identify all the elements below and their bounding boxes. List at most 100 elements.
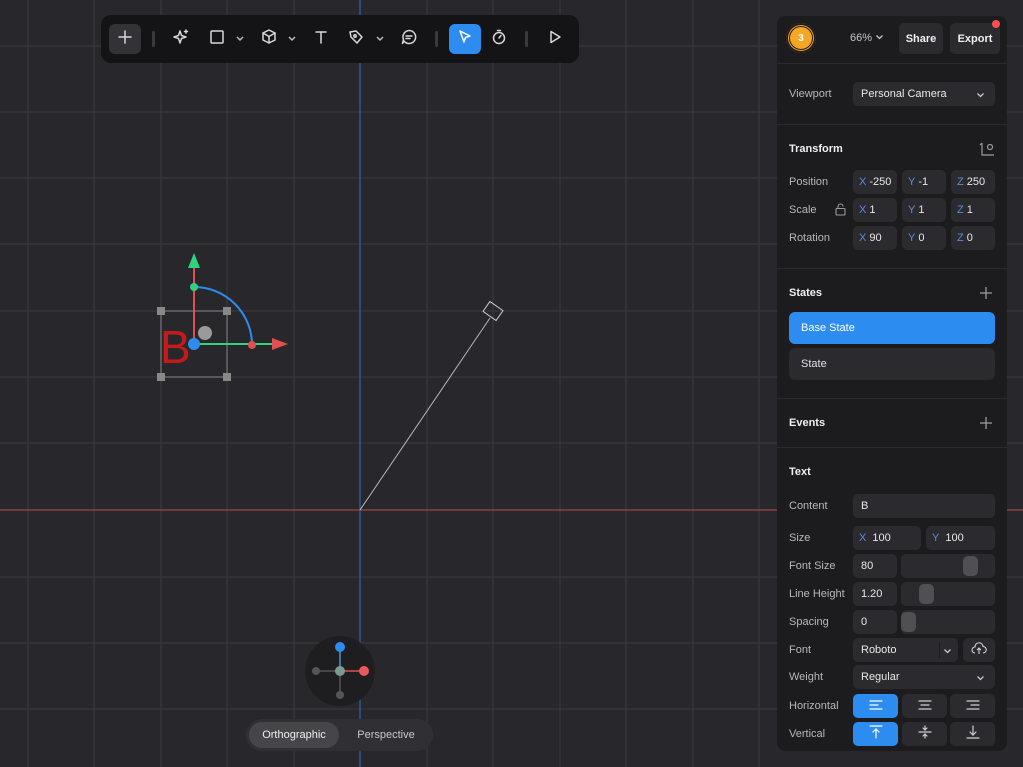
pen-tool-button[interactable] <box>340 24 372 54</box>
axis-z-label: Z <box>957 232 964 244</box>
avatar-label: 3 <box>798 32 804 44</box>
rotation-x-input[interactable]: X 90 <box>853 226 897 250</box>
position-y-value: -1 <box>918 176 929 188</box>
zoom-value: 66% <box>850 32 873 44</box>
text-tool-button[interactable] <box>305 24 337 54</box>
toolbar-separator <box>435 31 438 47</box>
chevron-down-icon <box>976 90 985 102</box>
line-height-slider[interactable] <box>901 582 995 606</box>
axis-z-label: Z <box>957 204 964 216</box>
spacing-slider[interactable] <box>901 610 995 634</box>
viewport-select[interactable]: Personal Camera <box>853 82 995 106</box>
valign-middle-button[interactable] <box>902 722 947 746</box>
rotation-z-input[interactable]: Z0 <box>951 226 995 250</box>
scale-y-input[interactable]: Y1 <box>902 198 946 222</box>
align-top-icon <box>868 724 883 744</box>
spacing-label: Spacing <box>789 616 829 628</box>
play-icon <box>547 29 563 50</box>
content-value: B <box>861 500 869 512</box>
orthographic-option[interactable]: Orthographic <box>249 722 339 748</box>
scale-z-input[interactable]: Z1 <box>951 198 995 222</box>
upload-font-button[interactable] <box>963 638 995 662</box>
spacing-input[interactable]: 0 <box>853 610 897 634</box>
position-z-input[interactable]: Z 250 <box>951 170 995 194</box>
plus-icon <box>117 29 133 50</box>
play-button[interactable] <box>539 24 571 54</box>
align-right-button[interactable] <box>950 694 995 718</box>
slider-knob[interactable] <box>901 612 916 632</box>
valign-top-button[interactable] <box>853 722 898 746</box>
timer-icon <box>491 29 507 50</box>
object-tool-dropdown[interactable] <box>286 32 298 46</box>
zoom-dropdown[interactable]: 66% <box>850 32 884 44</box>
orientation-widget <box>305 636 375 706</box>
divider <box>777 398 1007 399</box>
valign-bottom-button[interactable] <box>950 722 995 746</box>
text-section-title: Text <box>789 466 811 478</box>
axis-x-label: X <box>859 232 867 244</box>
line-height-input[interactable]: 1.20 <box>853 582 897 606</box>
transform-title: Transform <box>789 143 843 155</box>
pen-tool-dropdown[interactable] <box>374 32 386 46</box>
font-select[interactable]: Roboto <box>853 638 958 662</box>
align-middle-icon <box>917 724 932 744</box>
rotation-y-input[interactable]: Y0 <box>902 226 946 250</box>
size-y-input[interactable]: Y 100 <box>926 526 995 550</box>
scale-label: Scale <box>789 204 817 216</box>
field-divider <box>939 642 940 658</box>
font-size-input[interactable]: 80 <box>853 554 897 578</box>
rectangle-tool-dropdown[interactable] <box>234 32 246 46</box>
align-center-button[interactable] <box>902 694 947 718</box>
rotation-label: Rotation <box>789 232 830 244</box>
pen-icon <box>347 28 365 51</box>
add-button[interactable] <box>109 24 141 54</box>
divider <box>777 63 1007 64</box>
axis-x-label: X <box>859 204 867 216</box>
size-x-input[interactable]: X 100 <box>853 526 921 550</box>
avatar[interactable]: 3 <box>786 23 816 53</box>
align-right-icon <box>965 697 980 715</box>
transform-origin-icon[interactable] <box>979 141 995 162</box>
vertical-label: Vertical <box>789 728 826 740</box>
state-item-base[interactable]: Base State <box>789 312 995 344</box>
viewport-value: Personal Camera <box>861 88 947 100</box>
share-button[interactable]: Share <box>899 23 943 54</box>
position-z-value: 250 <box>966 176 986 188</box>
add-state-plus-icon[interactable] <box>979 286 993 300</box>
size-y-value: 100 <box>945 532 964 544</box>
slider-knob[interactable] <box>919 584 934 604</box>
weight-value: Regular <box>861 671 900 683</box>
object-tool-button[interactable] <box>253 24 285 54</box>
position-x-input[interactable]: X -250 <box>853 170 897 194</box>
weight-select[interactable]: Regular <box>853 665 995 689</box>
add-event-plus-icon[interactable] <box>979 416 993 430</box>
timer-button[interactable] <box>483 24 515 54</box>
font-size-slider[interactable] <box>901 554 995 578</box>
content-label: Content <box>789 500 828 512</box>
scale-x-value: 1 <box>869 204 876 216</box>
rectangle-tool-button[interactable] <box>201 24 233 54</box>
scale-x-input[interactable]: X1 <box>853 198 897 222</box>
content-input[interactable]: B <box>853 494 995 518</box>
rotation-y-value: 0 <box>918 232 925 244</box>
position-x-value: -250 <box>869 176 892 188</box>
position-y-input[interactable]: Y -1 <box>902 170 946 194</box>
export-button[interactable]: Export <box>950 23 1000 54</box>
sparkle-icon <box>172 28 190 51</box>
state-item[interactable]: State <box>789 348 995 380</box>
cursor-icon <box>457 29 473 50</box>
comment-tool-button[interactable] <box>393 24 425 54</box>
chevron-down-icon <box>375 30 385 48</box>
lock-icon[interactable] <box>835 203 846 221</box>
axis-y-label: Y <box>932 532 940 544</box>
ai-generate-button[interactable] <box>165 24 197 54</box>
divider <box>777 124 1007 125</box>
perspective-option[interactable]: Perspective <box>342 722 430 748</box>
slider-knob[interactable] <box>963 556 978 576</box>
align-left-button[interactable] <box>853 694 898 718</box>
align-left-icon <box>868 697 883 715</box>
axis-z-label: Z <box>957 176 964 188</box>
scale-z-value: 1 <box>966 204 973 216</box>
properties-panel: 3 66% Share Export Viewport Personal Cam… <box>777 16 1007 751</box>
select-tool-button[interactable] <box>449 24 481 54</box>
